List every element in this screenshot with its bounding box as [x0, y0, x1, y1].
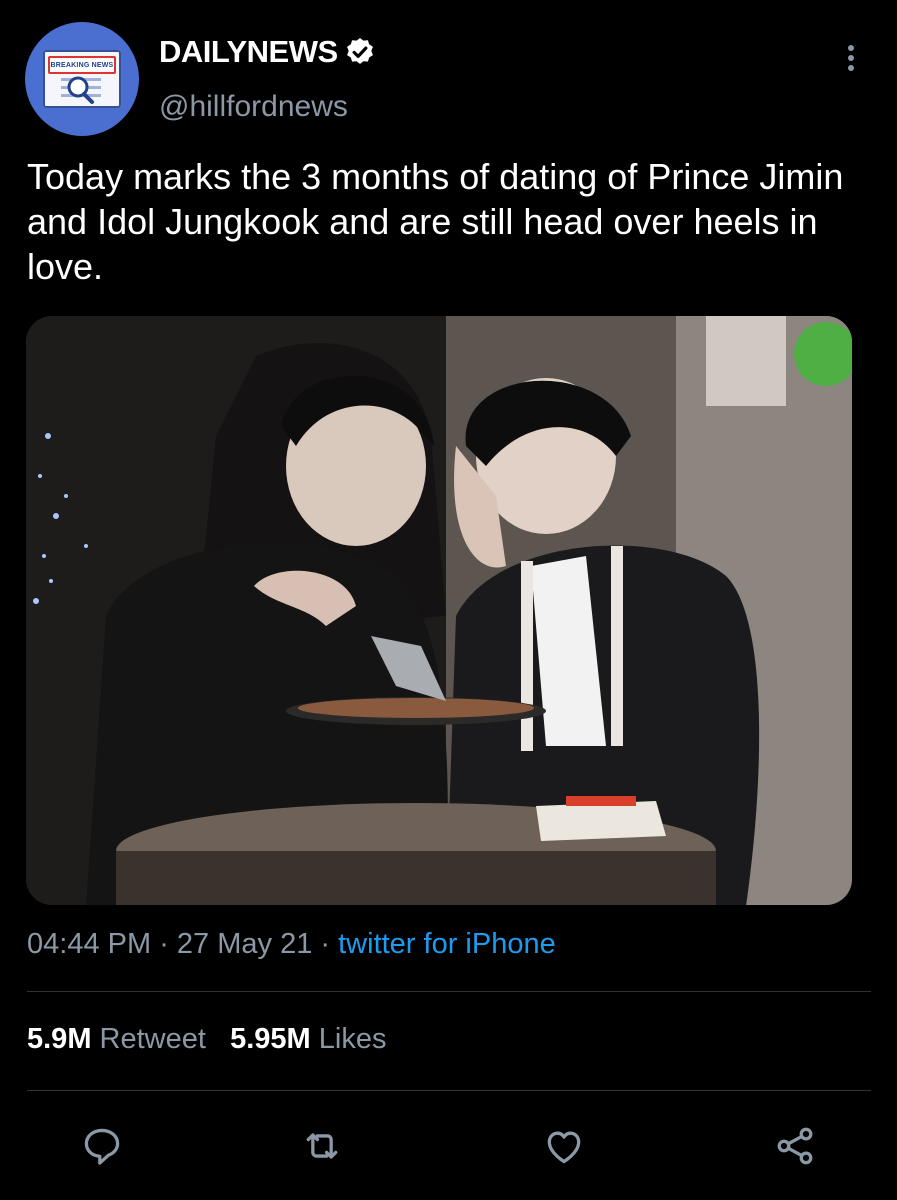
- tweet-source-link[interactable]: twitter for iPhone: [338, 928, 556, 960]
- share-icon: [777, 1127, 813, 1165]
- author-handle[interactable]: @hillfordnews: [159, 90, 348, 124]
- retweets-stat[interactable]: 5.9M Retweet: [27, 1023, 206, 1055]
- retweet-icon: [306, 1133, 338, 1159]
- meta-separator: ·: [312, 928, 339, 960]
- more-options-icon[interactable]: [838, 42, 864, 82]
- retweets-count: 5.9M: [27, 1023, 92, 1055]
- meta-separator: ·: [151, 928, 177, 960]
- tweet-date: 27 May 21: [176, 928, 313, 960]
- display-name[interactable]: DAILYNEWS: [159, 34, 338, 70]
- likes-count: 5.95M: [230, 1023, 311, 1055]
- tweet-stats: 5.9M Retweet 5.95M Likes: [27, 1023, 386, 1056]
- avatar[interactable]: BREAKING NEWS: [25, 22, 139, 136]
- like-icon: [547, 1131, 581, 1164]
- reply-button[interactable]: [78, 1122, 126, 1170]
- photo-illustration: [26, 316, 852, 905]
- avatar-banner-text: BREAKING NEWS: [48, 56, 116, 74]
- tweet-photo[interactable]: [26, 316, 852, 905]
- reply-icon: [84, 1128, 120, 1165]
- verified-badge-icon: [344, 36, 376, 68]
- magnifier-icon: [61, 76, 101, 104]
- likes-label: Likes: [318, 1023, 387, 1055]
- tweet-actions: [0, 1118, 897, 1178]
- divider: [27, 991, 871, 992]
- newspaper-icon: BREAKING NEWS: [43, 50, 121, 108]
- share-button[interactable]: [771, 1122, 819, 1170]
- tweet-meta: 04:44 PM · 27 May 21 · twitter for iPhon…: [27, 928, 556, 961]
- author-name-row[interactable]: DAILYNEWS: [159, 34, 376, 70]
- tweet-time: 04:44 PM: [27, 928, 152, 960]
- likes-stat[interactable]: 5.95M Likes: [230, 1023, 386, 1055]
- retweets-label: Retweet: [99, 1023, 206, 1055]
- divider: [27, 1090, 871, 1091]
- retweet-button[interactable]: [298, 1122, 346, 1170]
- tweet-text: Today marks the 3 months of dating of Pr…: [27, 156, 844, 287]
- like-button[interactable]: [540, 1122, 588, 1170]
